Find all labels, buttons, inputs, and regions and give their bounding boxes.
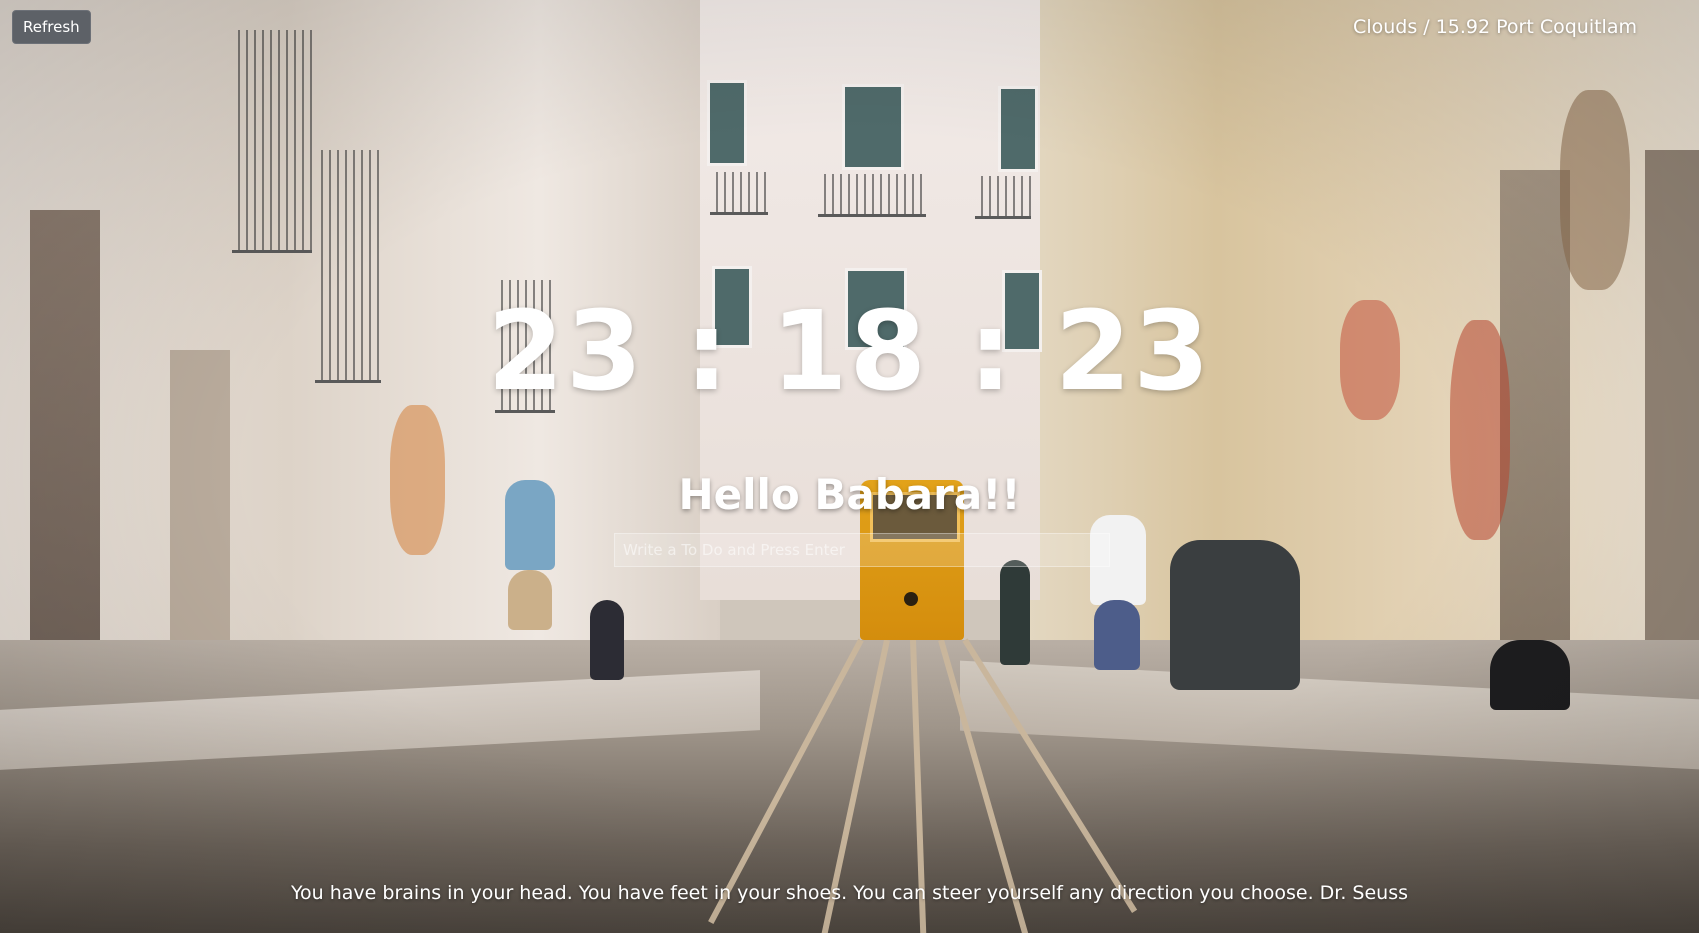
vignette-overlay [0, 0, 1699, 933]
background-photo [0, 0, 1699, 933]
quote-text: You have brains in your head. You have f… [290, 882, 1409, 904]
clock-display: 23 : 18 : 23 [487, 287, 1212, 415]
app-root: Refresh Clouds / 15.92 Port Coquitlam 23… [0, 0, 1699, 933]
weather-readout: Clouds / 15.92 Port Coquitlam [1353, 16, 1637, 38]
greeting-heading: Hello Babara!! [678, 470, 1021, 519]
refresh-button[interactable]: Refresh [12, 10, 91, 44]
todo-input[interactable] [614, 533, 1110, 567]
